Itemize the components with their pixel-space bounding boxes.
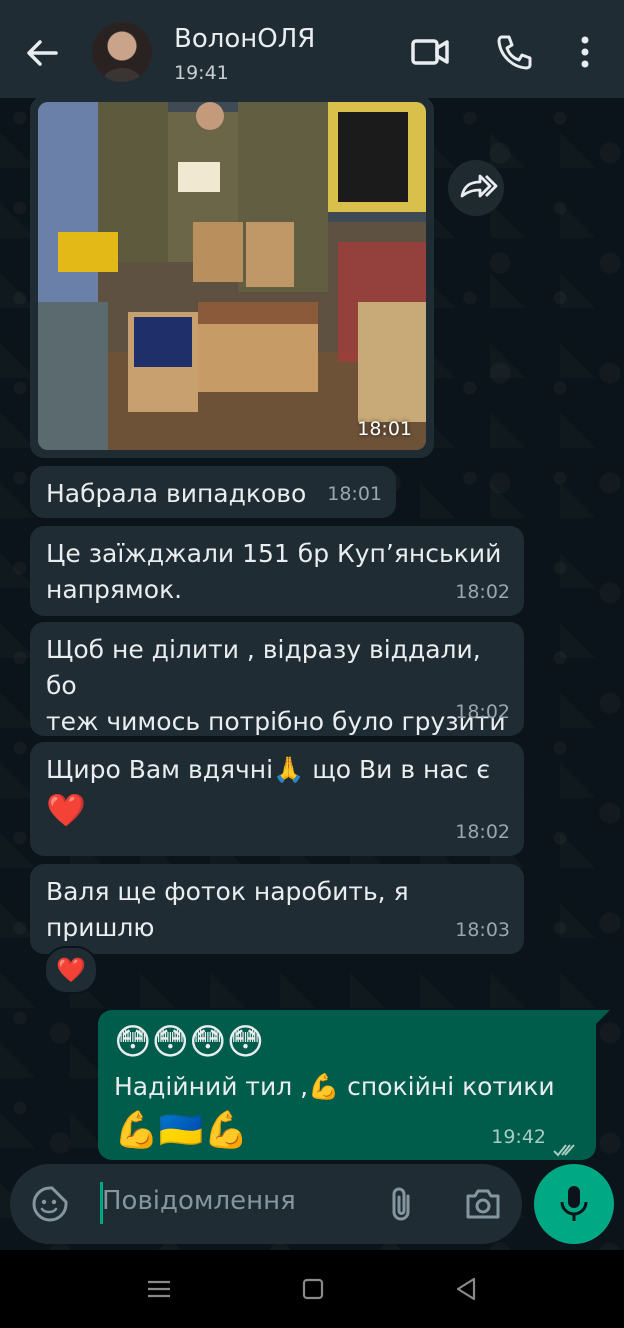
back-triangle-icon bbox=[456, 1277, 476, 1301]
phone-icon bbox=[497, 35, 532, 70]
praying-hands-emoji: 🙏 bbox=[273, 755, 305, 784]
message-text: теж чимось потрібно було грузити bbox=[46, 707, 506, 736]
message-text: Це заїжджали 151 бр Куп’янський bbox=[46, 539, 502, 568]
message-text: пришлю bbox=[46, 913, 155, 942]
contact-name[interactable]: ВолонОЛЯ bbox=[174, 24, 315, 54]
home-square-icon bbox=[302, 1278, 324, 1300]
outgoing-message-bubble[interactable]: 😳😳😳😳 Надійний тил ,💪 спокійні котики 💪🇺🇦… bbox=[98, 1010, 596, 1160]
message-time: 18:02 bbox=[455, 581, 510, 603]
system-back-button[interactable] bbox=[452, 1274, 482, 1308]
flexed-biceps-emoji: 💪 bbox=[308, 1072, 340, 1101]
forward-icon bbox=[460, 174, 498, 198]
back-button[interactable] bbox=[22, 33, 62, 73]
message-text: Щоб не ділити , відразу віддали, бо bbox=[46, 635, 481, 700]
message-input[interactable]: Повідомлення bbox=[102, 1186, 296, 1216]
message-bubble[interactable]: Щиро Вам вдячні🙏 що Ви в нас є ❤️ 18:02 bbox=[30, 742, 524, 856]
photo-message[interactable]: 18:01 bbox=[30, 96, 434, 458]
home-button[interactable] bbox=[298, 1274, 328, 1308]
photo-time: 18:01 bbox=[357, 418, 412, 440]
message-bubble[interactable]: Щоб не ділити , відразу віддали, бо теж … bbox=[30, 622, 524, 736]
read-receipt-icon bbox=[553, 1144, 575, 1157]
menu-lines-icon bbox=[148, 1280, 170, 1298]
more-options-button[interactable] bbox=[566, 30, 604, 74]
contact-avatar[interactable] bbox=[92, 22, 152, 82]
sticker-emoji-icon bbox=[32, 1186, 68, 1222]
voice-call-button[interactable] bbox=[492, 30, 536, 74]
microphone-icon bbox=[560, 1186, 588, 1221]
message-bubble[interactable]: Набрала випадково 18:01 bbox=[30, 466, 396, 518]
red-heart-emoji: ❤️ bbox=[46, 791, 86, 829]
more-vert-icon bbox=[581, 36, 589, 68]
attach-button[interactable] bbox=[382, 1184, 422, 1228]
message-text: що Ви в нас є bbox=[304, 755, 491, 784]
back-arrow-icon bbox=[27, 40, 58, 66]
camera-icon bbox=[466, 1189, 500, 1219]
chat-header: ВолонОЛЯ 19:41 bbox=[0, 0, 624, 98]
message-reaction[interactable]: ❤️ bbox=[44, 946, 98, 994]
message-text: Надійний тил , bbox=[114, 1072, 309, 1101]
camera-button[interactable] bbox=[462, 1184, 504, 1228]
message-time: 18:03 bbox=[455, 919, 510, 941]
flushed-face-emojis: 😳😳😳😳 bbox=[114, 1022, 265, 1063]
message-text: напрямок. bbox=[46, 575, 183, 604]
emoji-button[interactable] bbox=[30, 1184, 70, 1228]
recent-apps-button[interactable] bbox=[144, 1274, 174, 1308]
heart-reaction-emoji: ❤️ bbox=[56, 956, 86, 984]
message-time: 19:42 bbox=[491, 1126, 546, 1148]
message-bubble[interactable]: Це заїжджали 151 бр Куп’янський напрямок… bbox=[30, 526, 524, 616]
message-time: 18:02 bbox=[455, 701, 510, 723]
message-time: 18:02 bbox=[455, 821, 510, 843]
paperclip-icon bbox=[392, 1187, 410, 1221]
message-photo[interactable]: 18:01 bbox=[38, 102, 426, 450]
system-nav-bar bbox=[0, 1250, 624, 1328]
video-call-button[interactable] bbox=[408, 30, 452, 74]
outgoing-bubble-tail bbox=[596, 1010, 610, 1024]
message-time: 18:01 bbox=[327, 483, 382, 505]
message-text: Набрала випадково bbox=[46, 479, 307, 508]
message-composer[interactable]: Повідомлення bbox=[10, 1164, 522, 1244]
message-text: Щиро Вам вдячні bbox=[46, 755, 274, 784]
message-bubble[interactable]: Валя ще фоток наробить, я пришлю 18:03 bbox=[30, 864, 524, 954]
message-text: Валя ще фоток наробить, я bbox=[46, 877, 409, 906]
video-call-icon bbox=[411, 39, 449, 65]
contact-status: 19:41 bbox=[174, 62, 229, 84]
voice-message-button[interactable] bbox=[534, 1164, 614, 1244]
forward-button[interactable] bbox=[448, 160, 504, 216]
message-text: спокійні котики bbox=[339, 1072, 555, 1101]
photo-image bbox=[38, 102, 426, 450]
